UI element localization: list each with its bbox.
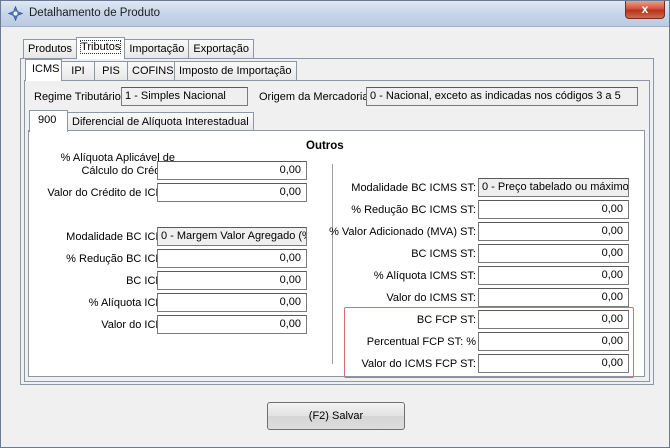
origem-label: Origem da Mercadoria:: [259, 91, 372, 103]
tributos-panel: ICMS IPI PIS COFINS Imposto de Importaçã…: [20, 58, 654, 385]
regime-label: Regime Tributário:: [34, 91, 124, 103]
tab-exportacao[interactable]: Exportação: [188, 39, 255, 59]
valor-fcp-st-label: Valor do ICMS FCP ST:: [361, 358, 476, 370]
section-title: Outros: [306, 140, 344, 152]
close-button[interactable]: x: [625, 1, 665, 19]
origem-field: 0 - Nacional, exceto as indicadas nos có…: [366, 87, 638, 106]
valor-credito-label: Valor do Crédito de ICMS:: [47, 187, 175, 199]
mva-st-label: % Valor Adicionado (MVA) ST:: [329, 226, 476, 238]
reducao-bc-st-field[interactable]: 0,00: [478, 200, 629, 219]
icms-panel: Regime Tributário: 1 - Simples Nacional …: [24, 80, 650, 382]
main-tab-bar: Produtos Tributos Importação Exportação: [23, 37, 255, 59]
bc-fcp-st-field[interactable]: 0,00: [478, 310, 629, 329]
tab-icms[interactable]: ICMS: [25, 59, 62, 81]
bc-fcp-st-label: BC FCP ST:: [416, 314, 476, 326]
reducao-bc-field[interactable]: 0,00: [157, 249, 307, 268]
product-detail-window: Detalhamento de Produto x Produtos Tribu…: [0, 0, 670, 448]
reducao-bc-st-label: % Redução BC ICMS ST:: [351, 204, 476, 216]
tab-pis[interactable]: PIS: [94, 61, 128, 81]
tax-tab-bar: ICMS IPI PIS COFINS Imposto de Importaçã…: [25, 59, 297, 81]
tab-cofins[interactable]: COFINS: [127, 61, 175, 81]
tab-produtos[interactable]: Produtos: [23, 39, 78, 59]
title-bar: Detalhamento de Produto x: [1, 1, 669, 27]
percentual-fcp-st-field[interactable]: 0,00: [478, 332, 629, 351]
modalidade-bc-st-label: Modalidade BC ICMS ST:: [351, 182, 476, 194]
valor-icms-st-label: Valor do ICMS ST:: [386, 292, 476, 304]
aliquota-icms-st-field[interactable]: 0,00: [478, 266, 629, 285]
mva-st-field[interactable]: 0,00: [478, 222, 629, 241]
icms-900-panel: Outros % Alíquota Aplicável de Cálculo d…: [28, 130, 645, 378]
bc-icms-field[interactable]: 0,00: [157, 271, 307, 290]
valor-icms-st-field[interactable]: 0,00: [478, 288, 629, 307]
modalidade-bc-st-select[interactable]: 0 - Preço tabelado ou máximo s: [478, 178, 629, 197]
modalidade-bc-select[interactable]: 0 - Margem Valor Agregado (%): [157, 227, 307, 246]
column-divider: [332, 164, 333, 364]
tab-imposto-importacao[interactable]: Imposto de Importação: [174, 61, 297, 81]
aliquota-icms-field[interactable]: 0,00: [157, 293, 307, 312]
save-button[interactable]: (F2) Salvar: [267, 402, 405, 430]
sub-tab-bar: 900 Diferencial de Alíquota Interestadua…: [29, 110, 254, 132]
valor-icms-field[interactable]: 0,00: [157, 315, 307, 334]
tab-900[interactable]: 900: [29, 110, 68, 132]
valor-credito-field[interactable]: 0,00: [157, 183, 307, 202]
bc-icms-st-label: BC ICMS ST:: [411, 248, 476, 260]
tab-importacao[interactable]: Importação: [124, 39, 190, 59]
app-icon: [8, 6, 23, 21]
valor-fcp-st-field[interactable]: 0,00: [478, 354, 629, 373]
tab-diferencial-aliquota[interactable]: Diferencial de Alíquota Interestadual: [67, 112, 254, 132]
tab-tributos[interactable]: Tributos: [76, 37, 126, 59]
bc-icms-st-field[interactable]: 0,00: [478, 244, 629, 263]
aliquota-credito-field[interactable]: 0,00: [157, 161, 307, 180]
percentual-fcp-st-label: Percentual FCP ST: %: [366, 336, 476, 348]
regime-field: 1 - Simples Nacional: [121, 87, 248, 106]
tab-ipi[interactable]: IPI: [61, 61, 95, 81]
window-title: Detalhamento de Produto: [29, 7, 161, 19]
aliquota-icms-st-label: % Alíquota ICMS ST:: [373, 270, 476, 282]
